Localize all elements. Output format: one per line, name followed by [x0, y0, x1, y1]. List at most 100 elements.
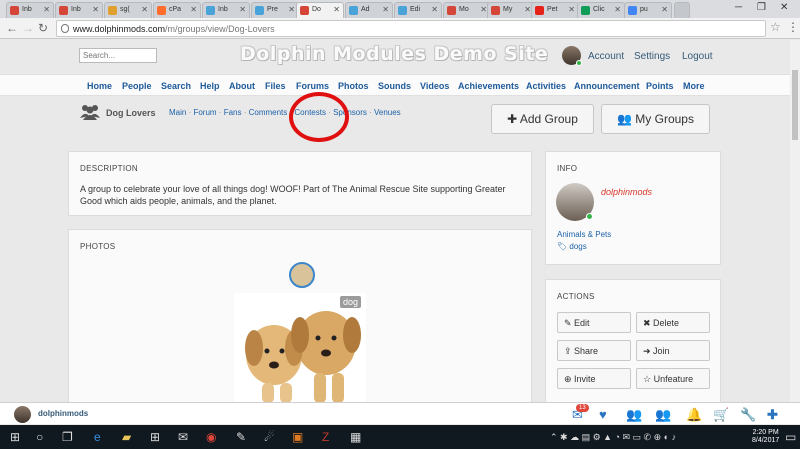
add-group-button[interactable]: ✚ Add Group [491, 104, 594, 134]
system-tray-icons[interactable]: ⌃ ✱ ☁ ▤ ⚙ ▲ ◔ ✉ ▭ ✆ ⊕ ◐ ♪ [550, 432, 676, 443]
browser-tab[interactable]: My ✕ [487, 2, 535, 18]
group-name[interactable]: Dog Lovers [106, 108, 156, 118]
minimize-icon[interactable]: ─ [735, 2, 742, 13]
file-explorer-icon[interactable]: ▰ [122, 430, 131, 444]
nav-item-announcement[interactable]: Announcement [574, 81, 640, 91]
mail-app-icon[interactable]: ✉ [178, 430, 188, 444]
app-icon[interactable]: ▣ [292, 430, 303, 444]
nav-item-videos[interactable]: Videos [420, 81, 449, 91]
friends-icon[interactable]: 👥 [626, 407, 642, 423]
clock[interactable]: 2:20 PM 8/4/2017 [752, 429, 779, 445]
delete-button[interactable]: ✖ Delete [636, 312, 710, 333]
page-info-icon[interactable] [61, 24, 69, 33]
new-tab-button[interactable] [674, 2, 690, 18]
join-button[interactable]: ➜ Join [636, 340, 710, 361]
groups-icon[interactable]: 👥 [655, 407, 671, 423]
nav-item-achievements[interactable]: Achievements [458, 81, 519, 91]
nav-item-search[interactable]: Search [161, 81, 191, 91]
close-icon[interactable]: ✕ [661, 5, 668, 14]
notifications-icon[interactable]: ▭ [785, 430, 796, 444]
tab-venues[interactable]: Venues [374, 108, 401, 117]
scrollbar-thumb[interactable] [792, 70, 798, 140]
invite-button[interactable]: ⊕ Invite [557, 368, 631, 389]
browser-tab[interactable]: Mo ✕ [443, 2, 491, 18]
photo-album-thumbnail[interactable] [289, 262, 315, 288]
nav-item-sounds[interactable]: Sounds [378, 81, 411, 91]
nav-item-activities[interactable]: Activities [526, 81, 566, 91]
browser-tab-active[interactable]: Do ✕ [296, 2, 344, 18]
close-icon[interactable]: ✕ [92, 5, 99, 14]
my-groups-button[interactable]: 👥 My Groups [601, 104, 710, 134]
plus-icon[interactable]: ✚ [767, 407, 778, 423]
browser-tab[interactable]: Ad ✕ [345, 2, 393, 18]
app-icon[interactable]: ▦ [350, 430, 361, 444]
settings-link[interactable]: Settings [634, 51, 670, 62]
tab-fans[interactable]: Fans [224, 108, 242, 117]
paint-icon[interactable]: ✎ [236, 430, 246, 444]
restore-icon[interactable]: ❐ [757, 2, 766, 13]
browser-tab[interactable]: Edi ✕ [394, 2, 442, 18]
nav-item-about[interactable]: About [229, 81, 255, 91]
nav-item-forums[interactable]: Forums [296, 81, 329, 91]
reload-icon[interactable]: ↻ [38, 21, 48, 35]
edge-icon[interactable]: e [94, 430, 101, 444]
nav-item-people[interactable]: People [122, 81, 152, 91]
browser-tab[interactable]: sg(✕ [104, 2, 152, 18]
cortana-icon[interactable]: ○ [36, 430, 43, 444]
cart-icon[interactable]: 🛒 [713, 407, 729, 423]
close-icon[interactable]: ✕ [382, 5, 389, 14]
close-icon[interactable]: ✕ [480, 5, 487, 14]
app-icon[interactable]: ☄ [264, 430, 275, 444]
bookmark-star-icon[interactable]: ☆ [770, 20, 781, 34]
tag-link[interactable]: 🏷 dogs [557, 242, 587, 251]
task-view-icon[interactable]: ❐ [62, 430, 73, 444]
close-icon[interactable]: ✕ [141, 5, 148, 14]
browser-tab[interactable]: Clic ✕ [577, 2, 625, 18]
browser-tab[interactable]: cPa ✕ [153, 2, 201, 18]
member-username[interactable]: dolphinmods [38, 409, 88, 418]
owner-avatar[interactable] [556, 183, 594, 221]
forward-icon[interactable]: → [22, 21, 34, 35]
close-icon[interactable]: ✕ [431, 5, 438, 14]
browser-tab[interactable]: pu ✕ [624, 2, 672, 18]
browser-menu-icon[interactable]: ⋮ [787, 20, 799, 34]
nav-item-more[interactable]: More [683, 81, 705, 91]
browser-tab[interactable]: Pre ✕ [251, 2, 299, 18]
nav-item-files[interactable]: Files [265, 81, 286, 91]
close-icon[interactable]: ✕ [614, 5, 621, 14]
bell-icon[interactable]: 🔔 [686, 407, 702, 423]
unfeature-button[interactable]: ☆ Unfeature [636, 368, 710, 389]
logout-link[interactable]: Logout [682, 51, 713, 62]
tab-forum[interactable]: Forum [193, 108, 216, 117]
tab-comments[interactable]: Comments [249, 108, 288, 117]
browser-tab[interactable]: Inb ✕ [55, 2, 103, 18]
nav-item-help[interactable]: Help [200, 81, 220, 91]
nav-item-points[interactable]: Points [646, 81, 674, 91]
tab-main[interactable]: Main [169, 108, 186, 117]
close-icon[interactable]: ✕ [524, 5, 531, 14]
close-icon[interactable]: ✕ [288, 5, 295, 14]
browser-tab[interactable]: Inb ✕ [6, 2, 54, 18]
nav-item-home[interactable]: Home [87, 81, 112, 91]
filezilla-icon[interactable]: Z [322, 430, 329, 444]
edit-button[interactable]: ✎ Edit [557, 312, 631, 333]
site-title[interactable]: Dolphin Modules Demo Site [240, 43, 548, 65]
avatar[interactable] [562, 46, 582, 66]
photo-tag-badge[interactable]: dog [340, 296, 362, 308]
avatar[interactable] [14, 406, 31, 423]
close-icon[interactable]: ✕ [239, 5, 246, 14]
nav-item-photos[interactable]: Photos [338, 81, 369, 91]
close-icon[interactable]: ✕ [190, 5, 197, 14]
window-close-icon[interactable]: ✕ [780, 2, 788, 13]
photo-thumbnail[interactable] [234, 293, 366, 403]
share-button[interactable]: ⇪ Share [557, 340, 631, 361]
heart-icon[interactable]: ♥ [599, 407, 607, 422]
url-input[interactable]: www.dolphinmods.com/m/groups/view/Dog-Lo… [56, 20, 766, 37]
browser-tab[interactable]: Inb ✕ [202, 2, 250, 18]
site-search-input[interactable] [79, 48, 157, 63]
chrome-icon[interactable]: ◉ [206, 430, 216, 444]
windows-start-icon[interactable]: ⊞ [10, 430, 20, 444]
wrench-icon[interactable]: 🔧 [740, 407, 756, 423]
back-icon[interactable]: ← [6, 21, 18, 35]
close-icon[interactable]: ✕ [568, 5, 575, 14]
